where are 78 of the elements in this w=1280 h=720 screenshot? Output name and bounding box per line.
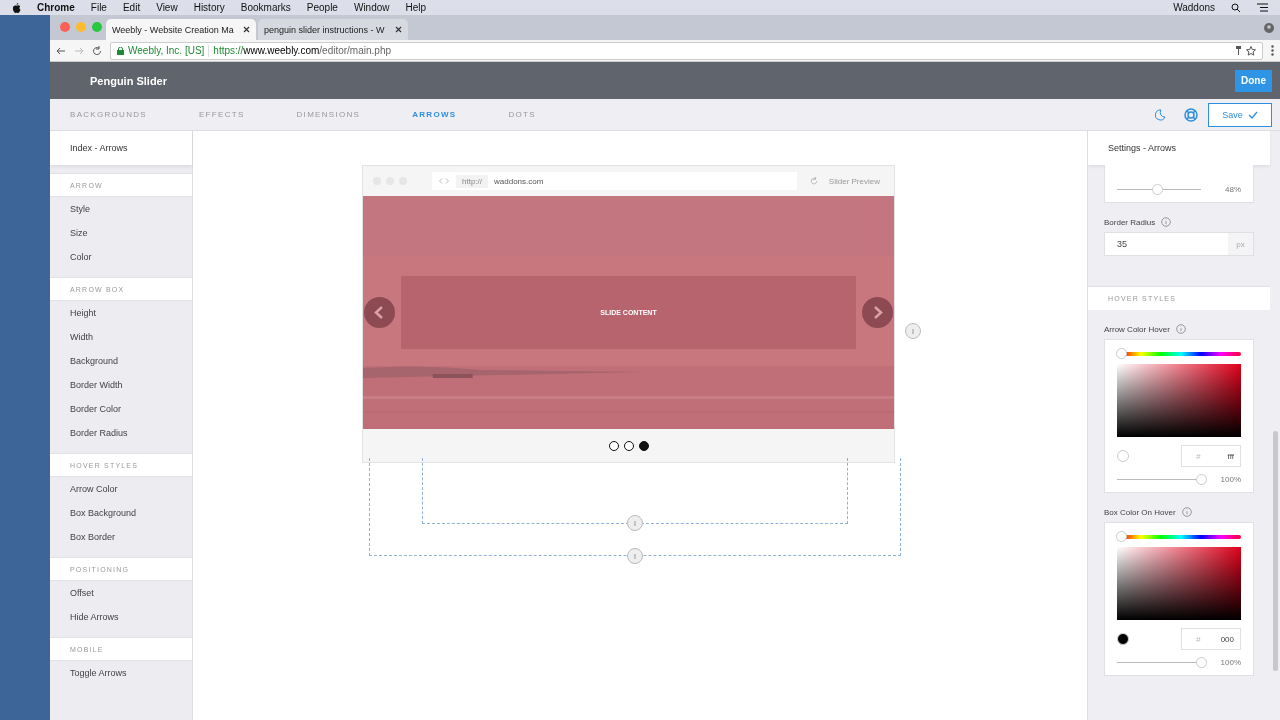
menu-icon[interactable] [1271, 45, 1274, 56]
close-icon[interactable] [243, 26, 250, 33]
reload-icon[interactable] [92, 45, 102, 56]
info-icon[interactable] [627, 548, 643, 564]
app-title: Penguin Slider [90, 74, 167, 87]
sidebar-item[interactable]: Toggle Arrows [50, 661, 192, 685]
sidebar-item[interactable]: Border Radius [50, 421, 192, 445]
slider-thumb[interactable] [1196, 657, 1207, 668]
apple-icon[interactable] [12, 2, 21, 13]
site-owner: Weebly, Inc. [US] [128, 45, 205, 56]
field-label: Border Radius [1104, 217, 1156, 227]
browser-tab[interactable]: Weebly - Website Creation Ma [106, 19, 256, 40]
sidebar-item[interactable]: Width [50, 325, 192, 349]
preview-label: Slider Preview [828, 176, 880, 186]
info-icon[interactable] [1161, 217, 1172, 227]
sidebar-item[interactable]: Border Color [50, 397, 192, 421]
menu-item[interactable]: History [193, 2, 225, 13]
color-picker[interactable] [1117, 547, 1241, 620]
sidebar-item[interactable]: Box Background [50, 501, 192, 525]
preview-url: waddons.com [494, 176, 544, 186]
sidebar-item[interactable]: Size [50, 221, 192, 245]
moon-icon[interactable] [1154, 108, 1166, 121]
sidebar-item[interactable]: Hide Arrows [50, 605, 192, 629]
info-icon[interactable] [627, 515, 643, 531]
menu-item[interactable]: Bookmarks [240, 2, 291, 13]
menu-item[interactable]: Chrome [37, 2, 75, 13]
sidebar-item[interactable]: Box Border [50, 525, 192, 549]
hex-field[interactable]: # 000 [1181, 628, 1241, 650]
info-icon[interactable] [1181, 507, 1192, 517]
slide-dot[interactable] [608, 440, 619, 451]
profile-icon[interactable] [1264, 23, 1274, 33]
slider-reading: 100% [1219, 658, 1241, 667]
sidebar-item[interactable]: Border Width [50, 373, 192, 397]
sidebar-item[interactable]: Color [50, 245, 192, 269]
menu-item[interactable]: View [156, 2, 178, 13]
star-icon[interactable] [1246, 45, 1256, 56]
border-radius-field[interactable]: 35 px [1104, 232, 1254, 256]
slider-thumb[interactable] [1152, 184, 1164, 195]
slide-dot[interactable] [638, 440, 649, 451]
menu-item[interactable]: Help [405, 2, 427, 13]
sidebar-item[interactable]: Height [50, 301, 192, 325]
browser-tab[interactable]: penguin slider instructions - W [258, 19, 408, 40]
sidebar-item[interactable]: Background [50, 349, 192, 373]
sidebar-item[interactable]: Arrow Color [50, 477, 192, 501]
protocol-label: http:// [456, 174, 488, 188]
forward-icon[interactable] [74, 45, 84, 56]
search-icon[interactable] [1231, 2, 1241, 13]
save-button[interactable]: Save [1208, 102, 1272, 127]
field-label: Arrow Color Hover [1104, 324, 1170, 334]
menu-item[interactable]: Window [353, 2, 390, 13]
back-icon[interactable] [56, 45, 66, 56]
close-icon[interactable] [395, 26, 402, 33]
menu-item[interactable]: People [306, 2, 338, 13]
field-label: Box Color On Hover [1104, 507, 1176, 517]
sidebar-item[interactable]: Offset [50, 581, 192, 605]
panel-heading: Settings - Arrows [1088, 131, 1270, 165]
lock-icon [117, 46, 124, 55]
url-text: https://www.weebly.com/editor/main.php [213, 45, 391, 56]
info-icon[interactable] [905, 323, 921, 339]
slider-thumb[interactable] [1196, 474, 1207, 485]
sidebar-item[interactable]: Style [50, 197, 192, 221]
slide-dot[interactable] [623, 440, 634, 451]
lifebuoy-icon[interactable] [1184, 107, 1198, 122]
slider-reading: 100% [1219, 475, 1241, 484]
slider-reading: 48% [1224, 185, 1241, 194]
user-name[interactable]: Waddons [1173, 2, 1215, 13]
slider-thumb[interactable] [1116, 531, 1127, 542]
color-picker[interactable] [1117, 364, 1241, 437]
sidebar-heading: Index - Arrows [50, 131, 192, 165]
hex-field[interactable]: # fff [1181, 445, 1241, 467]
menu-item[interactable]: File [90, 2, 107, 13]
check-icon [1247, 110, 1258, 119]
info-icon[interactable] [1175, 324, 1186, 334]
slider-thumb[interactable] [1116, 348, 1127, 359]
list-icon[interactable] [1257, 3, 1268, 12]
address-bar[interactable]: Weebly, Inc. [US] https://www.weebly.com/editor/main.php [110, 41, 1263, 60]
menu-item[interactable]: Edit [122, 2, 141, 13]
key-icon[interactable] [1235, 45, 1242, 56]
